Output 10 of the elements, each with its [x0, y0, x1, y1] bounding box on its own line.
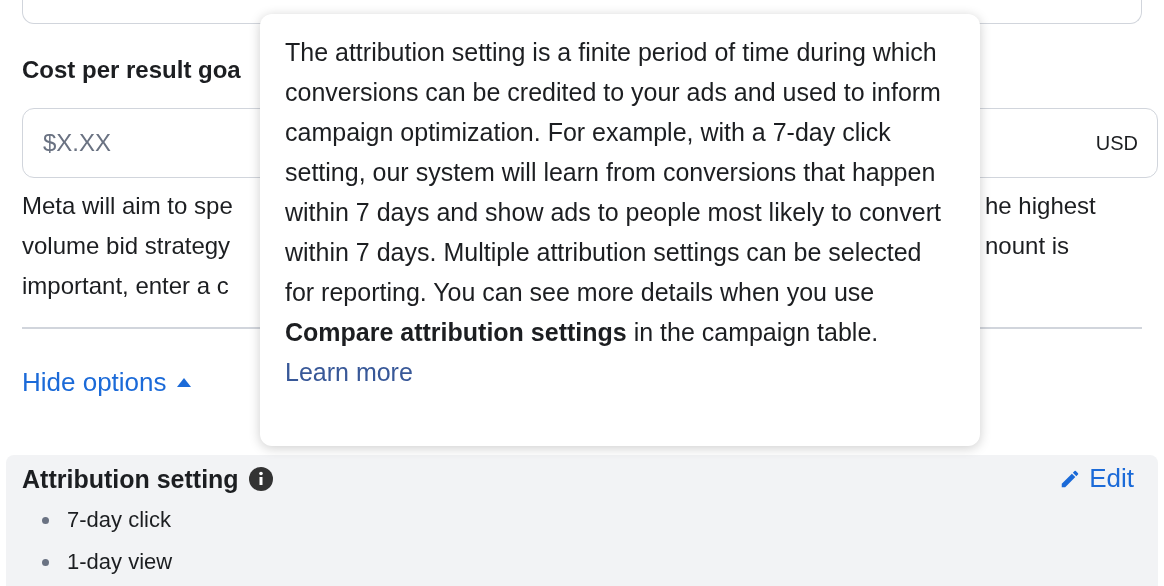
- description-text: volume bid strategy: [22, 231, 231, 261]
- tooltip-text: The attribution setting is a finite period of time during which conversions can be credited to your ads and used to inform campaign optimization. For example, with a 7-day click setting, our system will learn from conversions that happen within 7 days and show ads to people most likely to convert within 7 days. Multiple attribution settings can be selected for reporting. You can see more details when you use Compare attribution settings in the campaign table.: [285, 37, 942, 348]
- attribution-item: 1-day view: [67, 548, 173, 576]
- attribution-item: 7-day click: [67, 506, 171, 534]
- description-text: Meta will aim to spe: [22, 191, 233, 221]
- description-text: important, enter a c: [22, 271, 229, 301]
- description-text: nount is: [985, 231, 1071, 261]
- description-text: he highest: [985, 191, 1096, 221]
- currency-label: USD: [1095, 131, 1138, 156]
- section-title: Attribution setting: [22, 463, 239, 495]
